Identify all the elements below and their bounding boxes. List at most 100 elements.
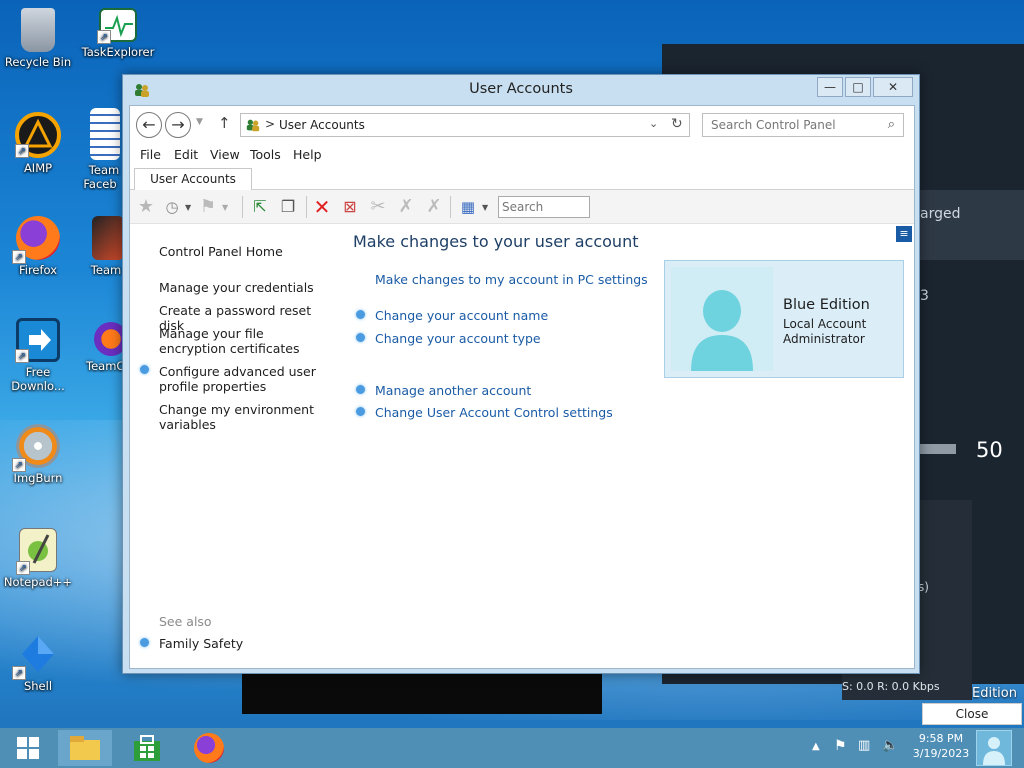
desktop-icon-free-download-manager[interactable]: ⇗ Free Downlo... [0, 318, 76, 393]
see-also-label: See also [159, 614, 212, 629]
family-safety-link[interactable]: Family Safety [159, 636, 243, 651]
history-dropdown-chevron-icon[interactable]: ▼ [185, 203, 191, 212]
breadcrumb-separator[interactable]: > [265, 117, 275, 131]
desktop-icon-shell[interactable]: ⇗ Shell [0, 632, 76, 693]
search-icon[interactable]: ⌕ [888, 114, 895, 136]
delete-red-x-icon[interactable]: ✕ [310, 195, 334, 219]
cut-icon[interactable]: ✂ [366, 195, 390, 219]
tab-user-accounts[interactable]: User Accounts [134, 168, 252, 190]
menu-tools[interactable]: Tools [250, 147, 281, 162]
manage-credentials-link[interactable]: Manage your credentials [159, 280, 319, 295]
clock-time: 9:58 PM [918, 732, 964, 745]
content-area: ≡ Control Panel Home Manage your credent… [130, 224, 914, 668]
desktop-icon-recycle-bin[interactable]: Recycle Bin [0, 8, 76, 69]
disabled-tool-icon[interactable]: ✗ [394, 195, 418, 219]
up-arrow-icon[interactable]: ↑ [218, 114, 231, 132]
taskbar-store[interactable] [124, 730, 170, 766]
firefox-icon [194, 733, 224, 763]
history-icon[interactable]: ◷ [160, 195, 184, 219]
control-panel-home-link[interactable]: Control Panel Home [159, 244, 283, 259]
menu-edit[interactable]: Edit [174, 147, 198, 162]
menu-help[interactable]: Help [293, 147, 322, 162]
address-dropdown-chevron-icon[interactable]: ⌄ [649, 117, 658, 130]
desktop-icon-firefox[interactable]: ⇗ Firefox [0, 216, 76, 277]
clock-date: 3/19/2023 [912, 747, 970, 760]
shield-bullet-icon [356, 385, 365, 394]
close-window-icon[interactable]: ⊠ [338, 195, 362, 219]
menu-file[interactable]: File [140, 147, 161, 162]
breadcrumb-user-accounts[interactable]: User Accounts [279, 118, 365, 132]
clock[interactable]: 9:58 PM 3/19/2023 [908, 732, 974, 768]
address-bar[interactable]: > User Accounts ⌄ ↻ [240, 113, 690, 137]
shortcut-arrow-icon: ⇗ [97, 30, 111, 44]
user-name: Blue Edition [783, 297, 870, 313]
desktop-icon-label: ImgBurn [13, 471, 63, 485]
window-titlebar[interactable]: User Accounts — □ ✕ [123, 75, 919, 105]
forward-button[interactable]: → [165, 112, 191, 138]
back-button[interactable]: ← [136, 112, 162, 138]
change-account-type-link[interactable]: Change your account type [375, 331, 541, 346]
desktop-icon-label: Notepad++ [3, 575, 73, 589]
view-dropdown-chevron-icon[interactable]: ▼ [482, 203, 488, 212]
user-role: Administrator [783, 332, 865, 346]
pc-settings-link[interactable]: Make changes to my account in PC setting… [375, 272, 648, 287]
volume-muted-icon[interactable]: 🔈 [882, 738, 898, 768]
desktop-icon-aimp[interactable]: ⇗ AIMP [0, 112, 76, 175]
toolbar-search-input[interactable]: Search [498, 196, 590, 218]
start-button[interactable] [6, 730, 50, 766]
desktop-icon-taskexplorer[interactable]: ⇗ TaskExplorer [80, 8, 156, 59]
toolbar-separator [306, 196, 307, 218]
manage-encryption-certificates-link[interactable]: Manage your file encryption certificates [159, 326, 319, 356]
toolbar-separator [242, 196, 243, 218]
open-new-window-icon[interactable]: ⇱ [248, 195, 272, 219]
action-center-flag-icon[interactable]: ⚑ [834, 738, 847, 768]
toolbar: ★ ◷ ▼ ⚑ ▼ ⇱ ❐ ✕ ⊠ ✂ ✗ ✗ ▦ ▼ Search [130, 190, 914, 224]
windows-logo-icon [17, 737, 39, 759]
firefox-icon: ⇗ [12, 216, 60, 264]
notification-close-button[interactable]: Close [922, 703, 1022, 725]
desktop-icon-notepad-plus-plus[interactable]: ⇗ Notepad++ [0, 528, 76, 589]
disabled-tool-2-icon[interactable]: ✗ [422, 195, 446, 219]
windows-flag-icon[interactable]: ⚑ [196, 195, 220, 219]
desktop-icon-team[interactable]: Team [80, 216, 124, 277]
desktop-icon-label: Shell [23, 679, 53, 693]
network-disconnected-icon[interactable]: ▥ [858, 738, 870, 768]
close-button[interactable]: ✕ [873, 77, 913, 97]
firefox-icon [94, 322, 124, 356]
manage-another-account-link[interactable]: Manage another account [375, 383, 531, 398]
desktop-icon-teamo[interactable]: TeamO [80, 322, 124, 373]
background-dark-strip [242, 674, 602, 714]
shortcut-arrow-icon: ⇗ [15, 144, 29, 158]
maximize-button[interactable]: □ [845, 77, 871, 97]
windows-cascade-icon[interactable]: ❐ [276, 195, 300, 219]
favorite-star-icon[interactable]: ★ [134, 195, 158, 219]
recycle-bin-icon [21, 8, 55, 52]
help-icon[interactable]: ≡ [896, 226, 912, 242]
minimize-button[interactable]: — [817, 77, 843, 97]
view-options-icon[interactable]: ▦ [456, 195, 480, 219]
search-control-panel-input[interactable]: Search Control Panel ⌕ [702, 113, 904, 137]
taskbar-firefox[interactable] [186, 730, 232, 766]
store-icon [134, 735, 160, 761]
taskbar-file-explorer[interactable] [58, 730, 112, 766]
user-tile-icon[interactable] [976, 730, 1012, 766]
user-accounts-icon [246, 119, 260, 132]
flag-dropdown-chevron-icon[interactable]: ▼ [222, 203, 228, 212]
show-hidden-icons-chevron-icon[interactable]: ▲ [812, 741, 820, 768]
configure-advanced-user-profile-link[interactable]: Configure advanced user profile properti… [159, 364, 319, 394]
refresh-icon[interactable]: ↻ [671, 116, 683, 132]
desktop-icon-imgburn[interactable]: ⇗ ImgBurn [0, 424, 76, 485]
desktop-icon-team-facebook[interactable]: Team Faceb [78, 108, 122, 191]
user-account-card: Blue Edition Local Account Administrator [664, 260, 904, 378]
desktop-icon-label: Team Faceb [83, 163, 120, 191]
window-title: User Accounts [469, 81, 573, 97]
tab-strip: User Accounts [130, 166, 914, 190]
user-account-type: Local Account [783, 317, 867, 331]
imgburn-icon: ⇗ [12, 424, 60, 472]
change-uac-settings-link[interactable]: Change User Account Control settings [375, 405, 613, 420]
menu-view[interactable]: View [210, 147, 240, 162]
change-account-name-link[interactable]: Change your account name [375, 308, 548, 323]
recent-pages-chevron-icon[interactable]: ▼ [196, 117, 203, 127]
desktop-icon-label: AIMP [23, 161, 53, 175]
change-environment-variables-link[interactable]: Change my environment variables [159, 402, 319, 432]
